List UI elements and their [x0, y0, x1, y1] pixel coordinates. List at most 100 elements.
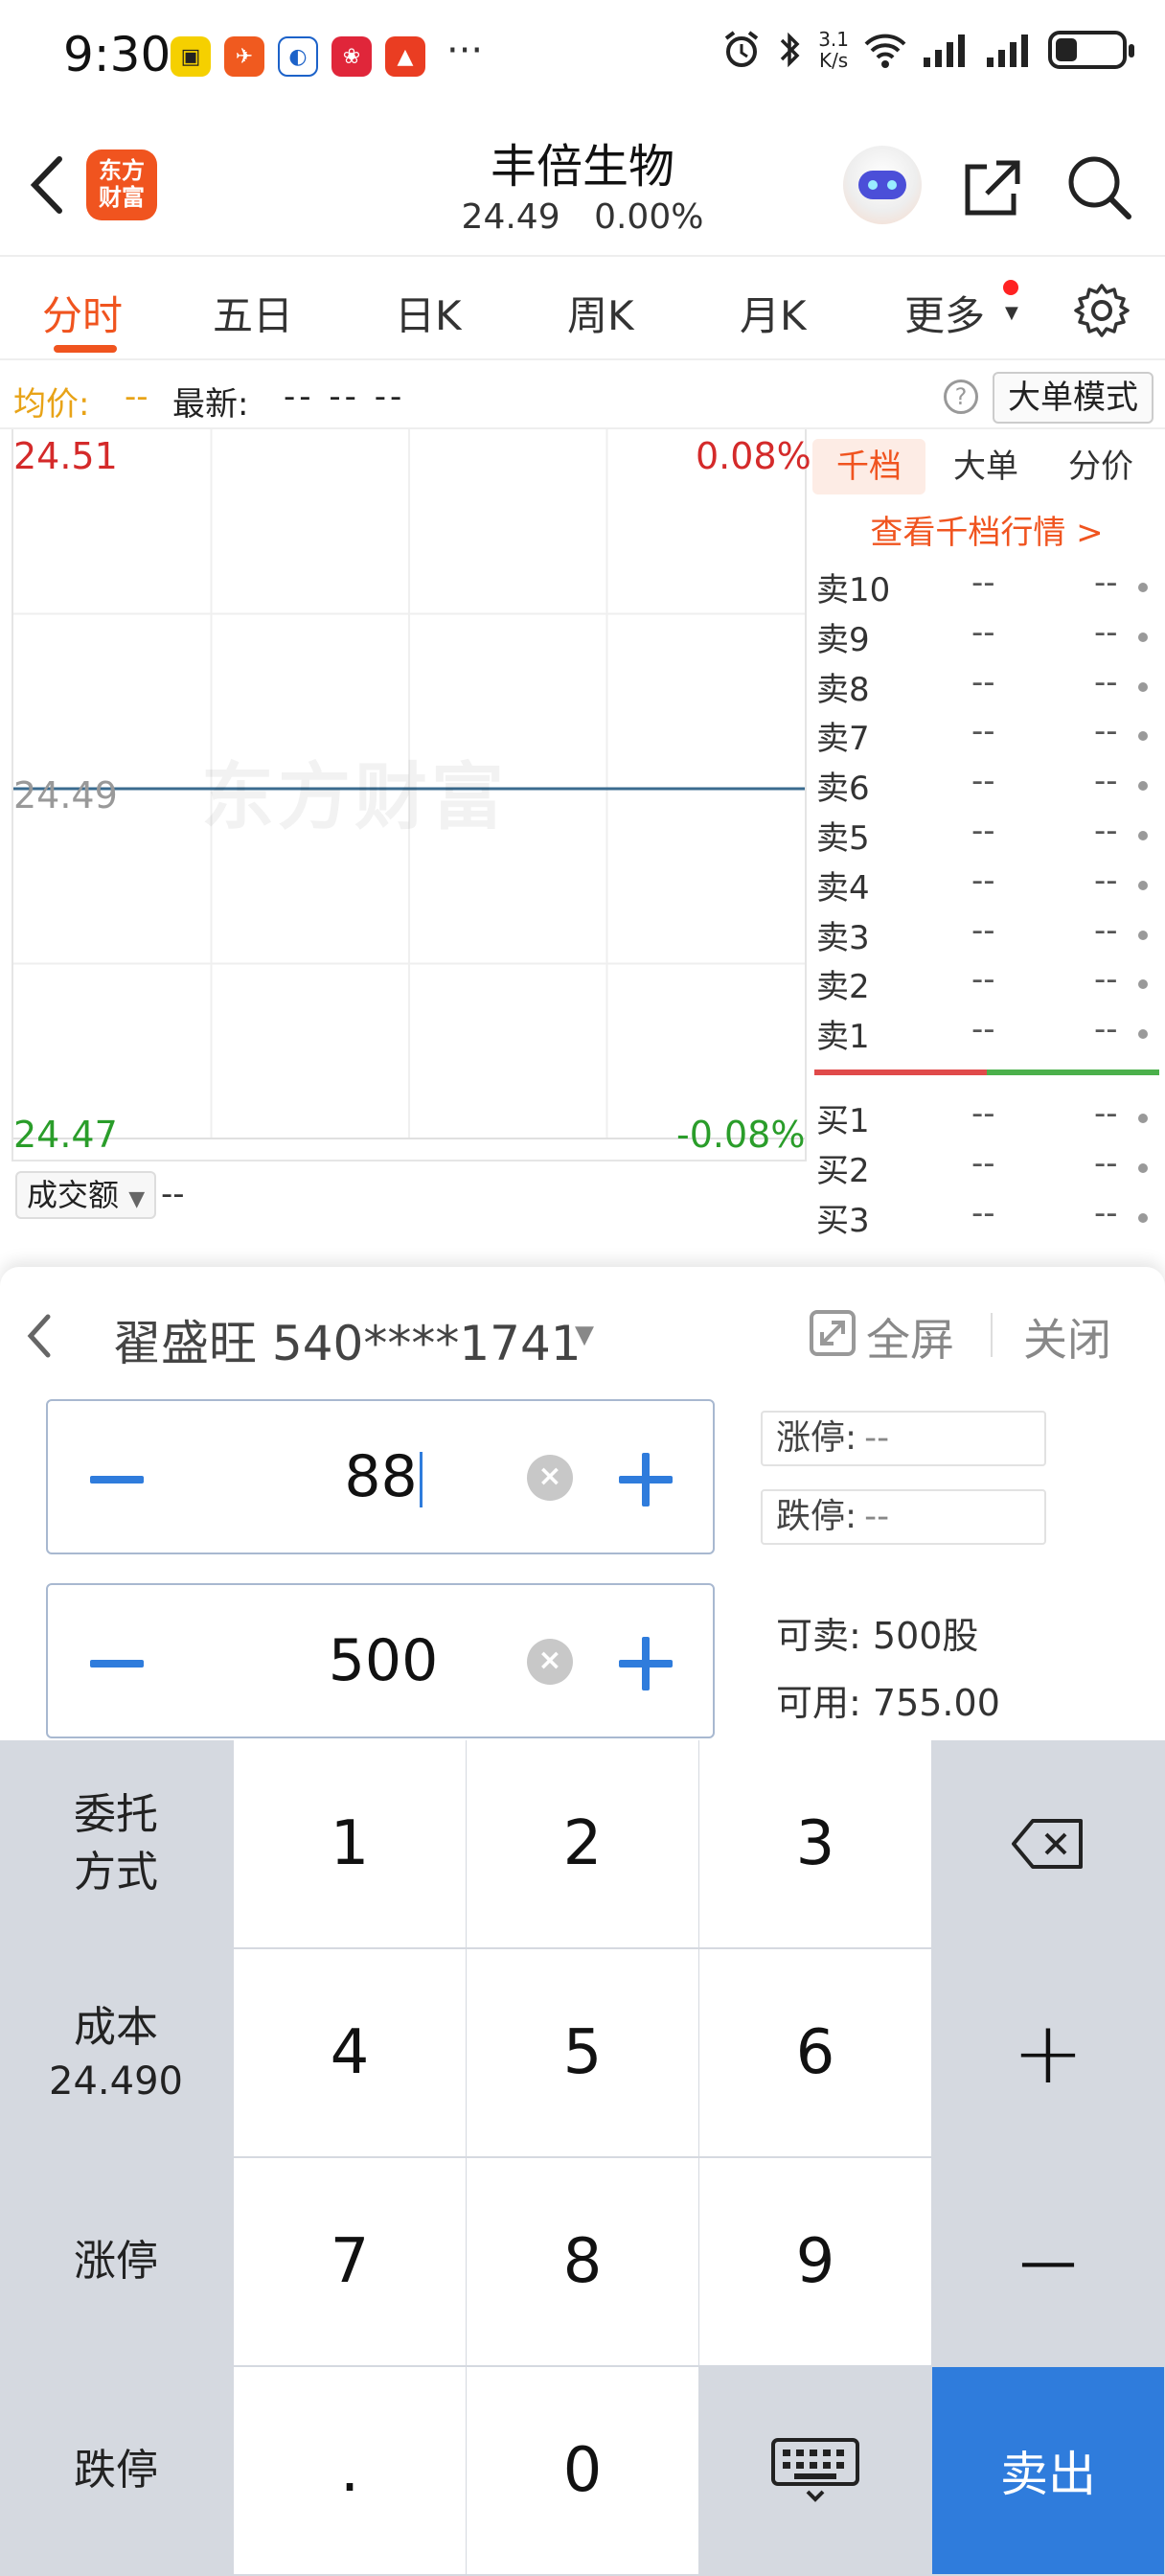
- level-volume: --: [1094, 662, 1118, 702]
- sell-level-row[interactable]: 卖2 -- --: [816, 960, 1161, 1010]
- signal-icon: [924, 34, 965, 67]
- sell-level-row[interactable]: 卖3 -- --: [816, 911, 1161, 961]
- quantity-stepper[interactable]: 500 ×: [46, 1583, 715, 1738]
- chart-watermark: 东方财富: [201, 754, 508, 840]
- level-volume: --: [1094, 861, 1118, 900]
- search-icon[interactable]: [1063, 151, 1134, 222]
- level-dot-icon: [1138, 781, 1148, 792]
- tab-thousand-levels[interactable]: 千档: [812, 439, 925, 494]
- tab-monthly-k[interactable]: 月K: [740, 284, 807, 342]
- key-9[interactable]: 9: [699, 2158, 931, 2365]
- limit-up-key[interactable]: 涨停: [0, 2158, 232, 2365]
- limit-down-box[interactable]: 跌停: --: [761, 1489, 1046, 1545]
- gear-icon[interactable]: [1073, 282, 1131, 339]
- key-7[interactable]: 7: [234, 2158, 466, 2365]
- big-order-mode-button[interactable]: 大单模式: [993, 372, 1154, 424]
- y-tick-low: 24.47: [13, 1114, 118, 1156]
- sell-level-row[interactable]: 卖10 -- --: [816, 564, 1161, 613]
- notification-dot: [1003, 280, 1018, 295]
- buy-level-row[interactable]: 买3 -- --: [816, 1194, 1161, 1244]
- tab-five-day[interactable]: 五日: [213, 284, 293, 342]
- backspace-icon: [1012, 1819, 1083, 1869]
- key-5[interactable]: 5: [467, 1949, 698, 2156]
- level-dot-icon: [1138, 583, 1148, 592]
- sell-level-row[interactable]: 卖7 -- --: [816, 712, 1161, 762]
- volume-indicator-select[interactable]: 成交额 ▼: [15, 1171, 157, 1219]
- buy-level-row[interactable]: 买1 -- --: [816, 1094, 1161, 1144]
- quantity-increase-button[interactable]: [619, 1637, 673, 1690]
- fullscreen-button[interactable]: 全屏: [866, 1305, 954, 1368]
- switch-keyboard-key[interactable]: [699, 2367, 931, 2574]
- account-selector[interactable]: 翟盛旺 540****1741: [113, 1305, 582, 1374]
- key-6[interactable]: 6: [699, 1949, 931, 2156]
- status-bar: 9:30 ▣ ✈ ◐ ❀ ▲ ··· 3.1 K/s: [0, 0, 1165, 115]
- alarm-icon: [724, 31, 759, 67]
- fullscreen-icon[interactable]: [809, 1309, 857, 1357]
- key-decimal[interactable]: .: [234, 2367, 466, 2574]
- level-label: 买3: [816, 1201, 870, 1240]
- level-dot-icon: [1138, 1029, 1148, 1040]
- level-volume: --: [1094, 910, 1118, 950]
- price-input[interactable]: 88: [240, 1443, 527, 1510]
- clock: 9:30: [63, 27, 171, 82]
- tab-intraday[interactable]: 分时: [42, 284, 123, 342]
- sell-level-row[interactable]: 卖6 -- --: [816, 762, 1161, 812]
- sell-level-row[interactable]: 卖5 -- --: [816, 812, 1161, 862]
- backspace-key[interactable]: [932, 1740, 1164, 1947]
- quantity-input[interactable]: 500: [240, 1627, 527, 1694]
- chevron-down-icon[interactable]: ▼: [575, 1321, 594, 1349]
- price-stepper[interactable]: 88 ×: [46, 1399, 715, 1554]
- close-button[interactable]: 关闭: [1023, 1305, 1111, 1368]
- minus-key[interactable]: —: [932, 2158, 1164, 2365]
- view-full-depth-link[interactable]: 查看千档行情 >: [812, 506, 1161, 553]
- key-3[interactable]: 3: [699, 1740, 931, 1947]
- level-label: 卖6: [816, 770, 870, 809]
- limit-up-box[interactable]: 涨停: --: [761, 1411, 1046, 1466]
- share-icon[interactable]: [958, 153, 1025, 220]
- sell-level-row[interactable]: 卖9 -- --: [816, 613, 1161, 663]
- sell-button[interactable]: 卖出: [932, 2367, 1164, 2574]
- quantity-decrease-button[interactable]: [90, 1637, 144, 1690]
- pct-tick-low: -0.08%: [676, 1114, 806, 1156]
- level-volume: --: [1094, 1193, 1118, 1232]
- level-dot-icon: [1138, 1212, 1148, 1223]
- tab-price-distribution[interactable]: 分价: [1044, 439, 1157, 494]
- sell-level-row[interactable]: 卖1 -- --: [816, 1010, 1161, 1060]
- order-type-key[interactable]: 委托 方式: [0, 1740, 232, 1947]
- level-price: --: [971, 712, 995, 751]
- level-volume: --: [1094, 1010, 1118, 1049]
- key-2[interactable]: 2: [467, 1740, 698, 1947]
- key-0[interactable]: 0: [467, 2367, 698, 2574]
- sell-level-row[interactable]: 卖4 -- --: [816, 862, 1161, 911]
- buy-level-row[interactable]: 买2 -- --: [816, 1144, 1161, 1194]
- tab-more[interactable]: 更多: [904, 284, 985, 342]
- level-label: 买1: [816, 1102, 870, 1140]
- level-volume: --: [1094, 612, 1118, 652]
- chevron-left-icon[interactable]: [21, 1309, 59, 1363]
- more-notifications-icon: ···: [446, 29, 484, 73]
- sell-level-row[interactable]: 卖8 -- --: [816, 663, 1161, 713]
- level-dot-icon: [1138, 632, 1148, 642]
- price-increase-button[interactable]: [619, 1453, 673, 1506]
- help-icon[interactable]: ?: [944, 380, 978, 414]
- stock-change-pct: 0.00%: [594, 197, 704, 237]
- tab-weekly-k[interactable]: 周K: [567, 284, 634, 342]
- level-label: 卖8: [816, 670, 870, 709]
- key-4[interactable]: 4: [234, 1949, 466, 2156]
- level-volume: --: [1094, 564, 1118, 602]
- tab-daily-k[interactable]: 日K: [395, 284, 462, 342]
- ai-assistant-robot-icon[interactable]: [843, 146, 922, 224]
- limit-down-key[interactable]: 跌停: [0, 2367, 232, 2574]
- key-1[interactable]: 1: [234, 1740, 466, 1947]
- level-dot-icon: [1138, 880, 1148, 890]
- network-speed: 3.1 K/s: [818, 28, 849, 72]
- tab-big-orders[interactable]: 大单: [929, 439, 1042, 494]
- plus-key[interactable]: +: [932, 1949, 1164, 2156]
- clear-price-icon[interactable]: ×: [527, 1455, 573, 1501]
- level-dot-icon: [1138, 731, 1148, 742]
- key-8[interactable]: 8: [467, 2158, 698, 2365]
- price-decrease-button[interactable]: [90, 1453, 144, 1506]
- chevron-down-icon: ▼: [1005, 303, 1018, 323]
- cost-price-key[interactable]: 成本 24.490: [0, 1949, 232, 2156]
- clear-quantity-icon[interactable]: ×: [527, 1639, 573, 1685]
